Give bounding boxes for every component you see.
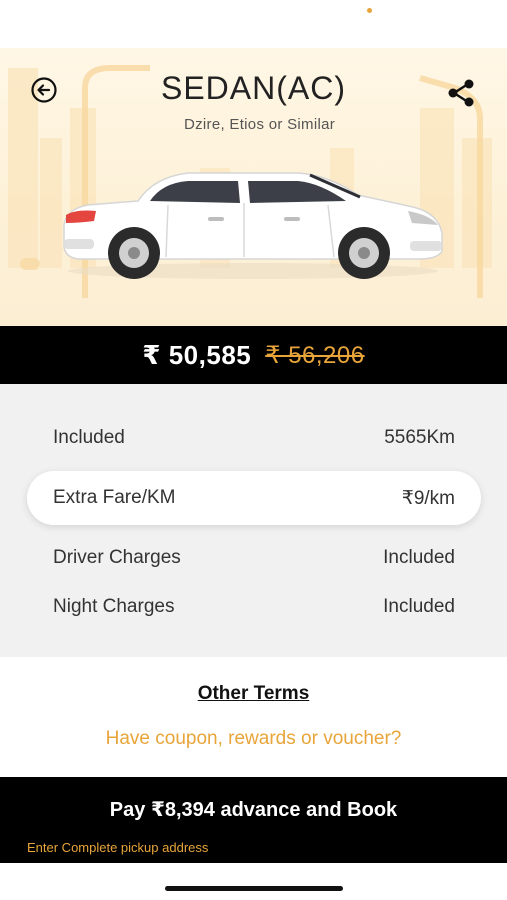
price-bar: ₹ 50,585 ₹ 56,206 xyxy=(0,326,507,384)
detail-row-night-charges: Night Charges Included xyxy=(27,580,481,634)
current-price: ₹ 50,585 xyxy=(142,339,252,370)
status-dot xyxy=(367,8,372,13)
detail-label: Extra Fare/KM xyxy=(53,487,176,508)
detail-value: ₹9/km xyxy=(401,487,455,509)
share-button[interactable] xyxy=(444,76,478,110)
sedan-car-illustration xyxy=(63,172,443,279)
detail-label: Driver Charges xyxy=(53,547,181,568)
detail-row-driver-charges: Driver Charges Included xyxy=(27,531,481,585)
pay-advance-book-button[interactable]: Pay ₹8,394 advance and Book xyxy=(0,797,507,822)
detail-label: Night Charges xyxy=(53,596,175,617)
pickup-address-hint: Enter Complete pickup address xyxy=(27,840,209,855)
page-title: SEDAN(AC) xyxy=(160,70,346,106)
detail-value: 5565Km xyxy=(384,427,455,448)
coupon-link[interactable]: Have coupon, rewards or voucher? xyxy=(0,728,507,750)
detail-label: Included xyxy=(53,427,125,448)
detail-value: Included xyxy=(383,547,455,568)
original-price: ₹ 56,206 xyxy=(265,341,365,369)
detail-value: Included xyxy=(383,596,455,617)
home-indicator xyxy=(165,886,343,891)
book-bar: Pay ₹8,394 advance and Book Enter Comple… xyxy=(0,777,507,863)
detail-row-extra-fare: Extra Fare/KM ₹9/km xyxy=(27,471,481,525)
share-icon xyxy=(448,79,474,107)
page-subtitle: Dzire, Etios or Similar xyxy=(183,116,336,133)
fare-details-panel: Included 5565Km Extra Fare/KM ₹9/km Driv… xyxy=(0,384,507,657)
detail-row-included: Included 5565Km xyxy=(27,411,481,465)
other-terms-link[interactable]: Other Terms xyxy=(0,683,507,705)
